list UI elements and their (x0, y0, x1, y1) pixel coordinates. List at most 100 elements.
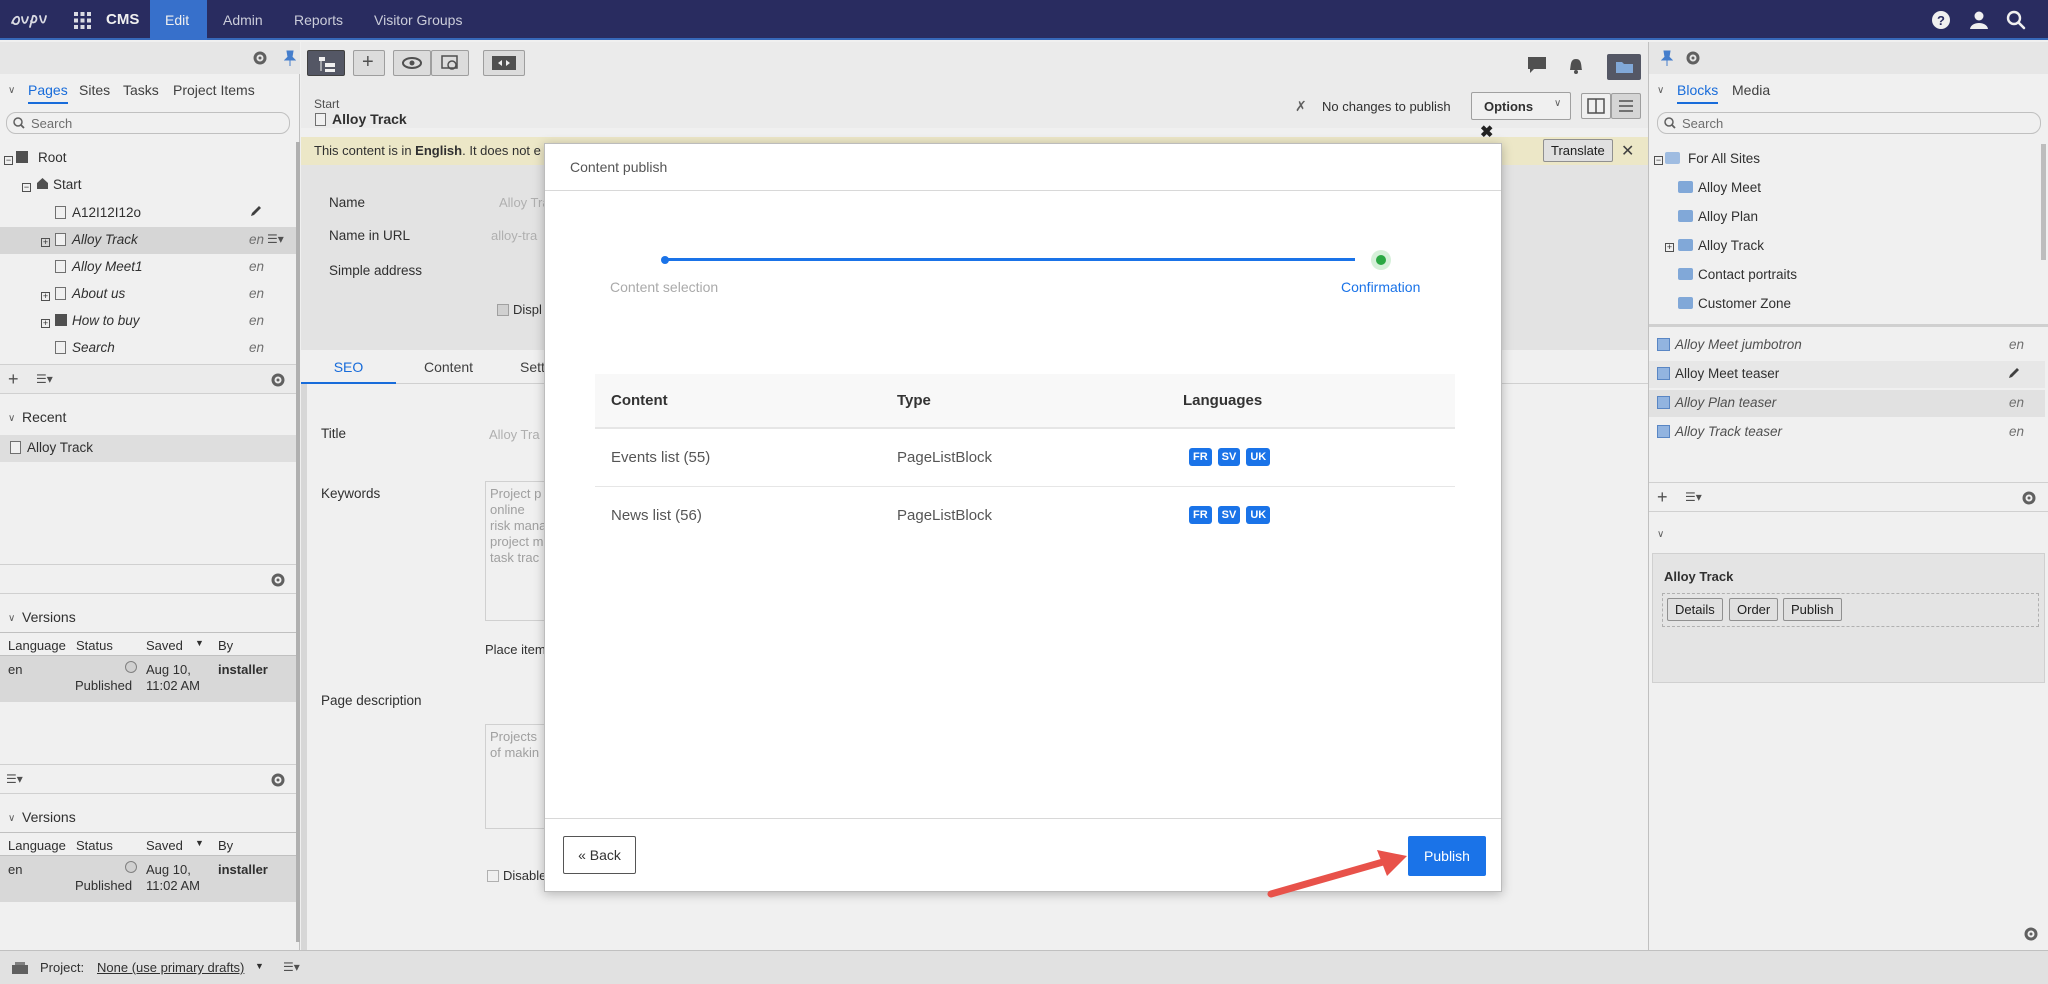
col-status[interactable]: Status (76, 838, 113, 853)
pin-icon[interactable] (1661, 50, 1673, 66)
chevron-down-icon[interactable]: ▼ (255, 961, 264, 971)
settings-gear-icon[interactable] (270, 572, 286, 588)
app-grid-icon[interactable] (74, 12, 91, 29)
col-saved[interactable]: Saved (146, 638, 183, 653)
assets-folder-button[interactable] (1607, 54, 1641, 80)
version-row-2[interactable]: en Published Aug 10, 11:02 AM installer (0, 856, 296, 902)
block-item[interactable]: Alloy Plan teaser en (1649, 390, 2045, 417)
collapse-chevron-icon[interactable]: ∨ (8, 813, 15, 824)
tab-pages[interactable]: Pages (28, 82, 68, 104)
preview-button[interactable] (393, 50, 431, 76)
add-icon[interactable]: + (8, 369, 19, 390)
help-icon[interactable]: ? (1931, 10, 1951, 30)
episerver-logo[interactable] (10, 11, 52, 29)
edit-pencil-icon[interactable] (2007, 366, 2021, 380)
project-menu-icon[interactable]: ☰▾ (283, 960, 300, 974)
comments-icon[interactable] (1527, 56, 1547, 74)
breadcrumb[interactable]: Start (314, 97, 339, 111)
tree-item-how-to-buy[interactable]: + How to buy en (0, 308, 290, 335)
folder-for-all-sites[interactable]: − For All Sites (1649, 146, 2039, 173)
tab-blocks[interactable]: Blocks (1677, 82, 1719, 104)
folder-alloy-plan[interactable]: Alloy Plan (1649, 204, 2039, 231)
tree-item-alloy-meet1[interactable]: Alloy Meet1 en (0, 254, 290, 281)
collapse-chevron-icon[interactable]: ∨ (1657, 85, 1664, 96)
expand-box-icon[interactable]: + (41, 314, 53, 329)
settings-gear-icon[interactable] (270, 372, 286, 388)
settings-gear-icon[interactable] (1685, 50, 1701, 66)
right-scrollbar[interactable] (2041, 144, 2046, 260)
col-by[interactable]: By (218, 838, 233, 853)
tab-seo[interactable]: SEO (301, 350, 396, 384)
collapse-chevron-icon[interactable]: ∨ (8, 85, 15, 96)
splitter[interactable] (1649, 324, 2048, 327)
left-search-box[interactable] (6, 112, 290, 134)
block-item[interactable]: Alloy Meet jumbotron en (1649, 332, 2045, 359)
compare-button[interactable] (483, 50, 525, 76)
left-scrollbar[interactable] (296, 142, 300, 942)
right-search-box[interactable] (1657, 112, 2041, 134)
translate-button[interactable]: Translate (1543, 139, 1613, 162)
settings-gear-icon[interactable] (252, 50, 268, 66)
checkbox[interactable] (487, 870, 499, 882)
user-icon[interactable] (1969, 10, 1989, 30)
publish-button[interactable]: Publish (1408, 836, 1486, 876)
context-menu-icon[interactable]: ☰▾ (267, 232, 284, 246)
title-value[interactable]: Alloy Tra (489, 427, 540, 442)
options-button[interactable]: Options ∨ (1471, 92, 1571, 120)
url-value[interactable]: alloy-tra (491, 228, 537, 243)
expand-box-icon[interactable]: + (41, 233, 53, 248)
col-language[interactable]: Language (8, 838, 66, 853)
col-saved[interactable]: Saved (146, 838, 183, 853)
project-selector[interactable]: None (use primary drafts) (97, 960, 244, 975)
notification-bell-icon[interactable] (1567, 56, 1585, 74)
collapse-chevron-icon[interactable]: ∨ (8, 413, 15, 424)
tab-project-items[interactable]: Project Items (173, 82, 255, 98)
tree-item-about-us[interactable]: + About us en (0, 281, 290, 308)
block-item[interactable]: Alloy Track teaser en (1649, 419, 2045, 446)
add-icon[interactable]: + (1657, 487, 1668, 508)
col-language[interactable]: Language (8, 638, 66, 653)
folder-contact-portraits[interactable]: Contact portraits (1649, 262, 2039, 289)
right-search-input[interactable] (1682, 115, 2032, 131)
list-menu-icon[interactable]: ☰▾ (6, 772, 23, 786)
details-button[interactable]: Details (1667, 598, 1723, 621)
collapse-chevron-icon[interactable]: ∨ (8, 613, 15, 624)
collapse-box-icon[interactable]: − (22, 178, 34, 193)
folder-customer-zone[interactable]: Customer Zone (1649, 291, 2039, 318)
name-value[interactable]: Alloy Tra (499, 195, 550, 210)
close-notice-icon[interactable]: ✕ (1621, 141, 1634, 161)
tree-item-start[interactable]: − Start (0, 173, 290, 200)
tree-item-root[interactable]: − Root (0, 146, 290, 173)
tab-content[interactable]: Content (424, 359, 473, 375)
order-button[interactable]: Order (1729, 598, 1779, 621)
pin-icon[interactable] (284, 50, 296, 66)
expand-box-icon[interactable]: + (41, 287, 53, 302)
folder-alloy-track[interactable]: + Alloy Track (1649, 233, 2039, 260)
tree-view-button[interactable] (307, 50, 345, 76)
tab-settings[interactable]: Sett (520, 359, 545, 375)
tree-item-alloy-track[interactable]: + Alloy Track en ☰▾ (0, 227, 296, 254)
sort-down-icon[interactable]: ▼ (195, 638, 204, 648)
back-button[interactable]: « Back (563, 836, 636, 874)
add-content-button[interactable]: + (353, 50, 385, 76)
collapse-box-icon[interactable]: − (4, 151, 16, 166)
version-row[interactable]: en Published Aug 10, 11:02 AM installer (0, 656, 296, 702)
tab-tasks[interactable]: Tasks (123, 82, 159, 98)
view-settings-button[interactable] (431, 50, 469, 76)
collapse-chevron-icon[interactable]: ∨ (1657, 529, 1664, 540)
left-search-input[interactable] (31, 115, 281, 131)
checkbox[interactable] (497, 304, 509, 316)
search-icon[interactable] (2006, 10, 2026, 30)
nav-edit-label[interactable]: Edit (165, 12, 189, 28)
nav-visitor-groups[interactable]: Visitor Groups (374, 12, 462, 28)
settings-gear-icon[interactable] (2021, 490, 2037, 506)
expand-box-icon[interactable]: + (1665, 238, 1677, 253)
folder-alloy-meet[interactable]: Alloy Meet (1649, 175, 2039, 202)
list-menu-icon[interactable]: ☰▾ (1685, 490, 1702, 504)
col-status[interactable]: Status (76, 638, 113, 653)
settings-gear-icon[interactable] (2023, 926, 2039, 942)
col-by[interactable]: By (218, 638, 233, 653)
tree-item-search[interactable]: Search en (0, 335, 290, 362)
recent-item[interactable]: Alloy Track (0, 435, 296, 462)
list-view-button[interactable] (1611, 93, 1641, 119)
